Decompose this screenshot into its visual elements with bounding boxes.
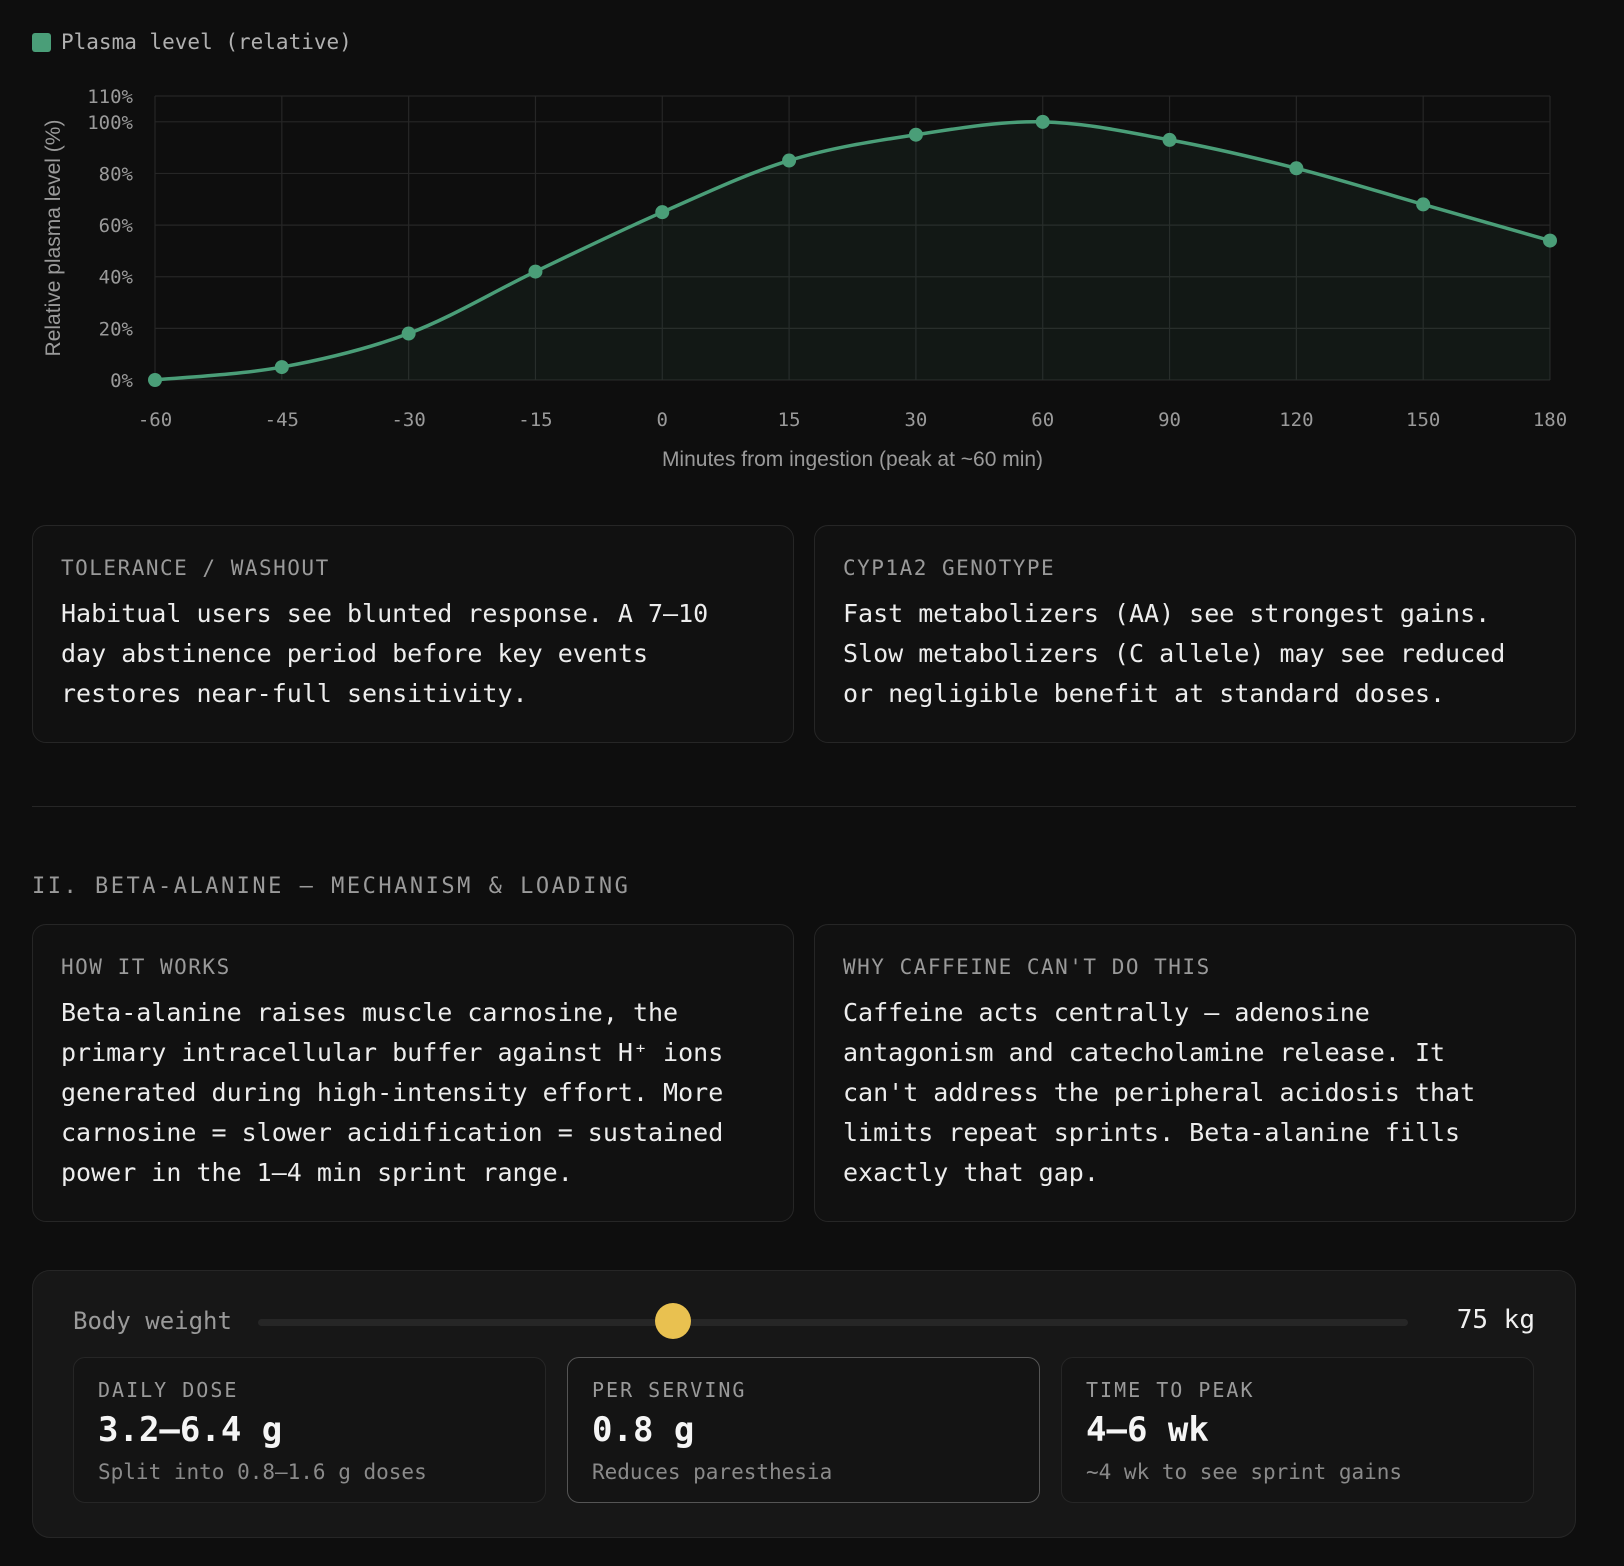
card-label: CYP1A2 GENOTYPE bbox=[843, 556, 1056, 580]
card-body: Caffeine acts centrally — adenosine anta… bbox=[843, 993, 1547, 1193]
body-weight-label: Body weight bbox=[73, 1307, 232, 1335]
slider-thumb[interactable] bbox=[655, 1303, 692, 1339]
x-tick-label: 0 bbox=[657, 409, 668, 431]
y-tick-label: 20% bbox=[99, 318, 134, 340]
data-point bbox=[528, 264, 543, 279]
legend-label: Plasma level (relative) bbox=[61, 30, 352, 54]
card-line: Habitual users see blunted response. A 7… bbox=[61, 599, 709, 628]
x-tick-label: 120 bbox=[1279, 409, 1313, 431]
card-body: Fast metabolizers (AA) see strongest gai… bbox=[843, 594, 1547, 714]
x-tick-label: 90 bbox=[1158, 409, 1181, 431]
y-tick-label: 110% bbox=[87, 86, 133, 108]
section-title: II. BETA-ALANINE — MECHANISM & LOADING bbox=[32, 874, 631, 899]
card-line: generated during high-intensity effort. … bbox=[61, 1078, 724, 1107]
data-point bbox=[908, 127, 923, 142]
data-point bbox=[274, 360, 289, 375]
card-line: limits repeat sprints. Beta-alanine fill… bbox=[843, 1118, 1461, 1147]
y-tick-label: 40% bbox=[99, 267, 134, 289]
card-label: WHY CAFFEINE CAN'T DO THIS bbox=[843, 955, 1211, 979]
x-tick-label: -60 bbox=[138, 409, 172, 431]
card-line: exactly that gap. bbox=[843, 1158, 1099, 1187]
data-point bbox=[401, 326, 416, 341]
x-tick-labels: -60 -45 -30 -15 0 15 30 60 90 120 150 180 bbox=[138, 409, 1567, 431]
why-caffeine-card: WHY CAFFEINE CAN'T DO THIS Caffeine acts… bbox=[814, 924, 1576, 1222]
stat-note: Reduces paresthesia bbox=[592, 1460, 833, 1484]
x-tick-label: -45 bbox=[265, 409, 299, 431]
card-line: power in the 1–4 min sprint range. bbox=[61, 1158, 573, 1187]
stat-label: DAILY DOSE bbox=[98, 1378, 239, 1402]
body-weight-slider[interactable] bbox=[258, 1319, 1408, 1326]
card-line: Beta-alanine raises muscle carnosine, th… bbox=[61, 998, 679, 1027]
y-tick-label: 100% bbox=[87, 112, 133, 134]
area-fill bbox=[155, 121, 1550, 380]
card-line: restores near-full sensitivity. bbox=[61, 679, 528, 708]
data-point bbox=[655, 205, 670, 220]
y-tick-labels: 0% 20% 40% 60% 80% 100% 110% bbox=[87, 86, 133, 392]
card-label: TOLERANCE / WASHOUT bbox=[61, 556, 330, 580]
card-line: carnosine = slower acidification = susta… bbox=[61, 1118, 724, 1147]
card-line: Slow metabolizers (C allele) may see red… bbox=[843, 639, 1506, 668]
data-point bbox=[782, 153, 797, 168]
data-point bbox=[1416, 197, 1431, 212]
x-tick-label: 150 bbox=[1406, 409, 1440, 431]
stat-value: 3.2–6.4 g bbox=[98, 1410, 283, 1450]
page: Plasma level (relative) -60 -45 -30 -15 0 15 3… bbox=[0, 0, 1624, 1566]
card-line: day abstinence period before key events bbox=[61, 639, 648, 668]
card-line: primary intracellular buffer against H⁺ … bbox=[61, 1038, 724, 1067]
y-tick-label: 0% bbox=[110, 370, 133, 392]
stat-label: PER SERVING bbox=[592, 1378, 747, 1402]
data-point bbox=[1162, 132, 1177, 147]
card-line: can't address the peripheral acidosis th… bbox=[843, 1078, 1476, 1107]
x-tick-label: 30 bbox=[904, 409, 927, 431]
stat-note: Split into 0.8–1.6 g doses bbox=[98, 1460, 427, 1484]
tolerance-card: TOLERANCE / WASHOUT Habitual users see b… bbox=[32, 525, 794, 743]
genotype-card: CYP1A2 GENOTYPE Fast metabolizers (AA) s… bbox=[814, 525, 1576, 743]
stat-label: TIME TO PEAK bbox=[1086, 1378, 1255, 1402]
data-point bbox=[148, 373, 162, 387]
stat-value: 0.8 g bbox=[592, 1410, 695, 1450]
stat-note: ~4 wk to see sprint gains bbox=[1086, 1460, 1403, 1484]
stat-time-to-peak: TIME TO PEAK 4–6 wk ~4 wk to see sprint … bbox=[1061, 1357, 1534, 1503]
y-tick-label: 80% bbox=[99, 163, 134, 185]
x-tick-label: -15 bbox=[518, 409, 552, 431]
card-line: antagonism and catecholamine release. It bbox=[843, 1038, 1446, 1067]
y-axis-label: Relative plasma level (%) bbox=[42, 120, 65, 357]
stat-per-serving: PER SERVING 0.8 g Reduces paresthesia bbox=[567, 1357, 1040, 1503]
card-label: HOW IT WORKS bbox=[61, 955, 231, 979]
card-line: or negligible benefit at standard doses. bbox=[843, 679, 1446, 708]
stat-daily-dose: DAILY DOSE 3.2–6.4 g Split into 0.8–1.6 … bbox=[73, 1357, 546, 1503]
data-point bbox=[1035, 114, 1050, 129]
legend-swatch bbox=[32, 32, 51, 52]
dose-calculator: Body weight 75 kg DAILY DOSE 3.2–6.4 g S… bbox=[32, 1270, 1576, 1538]
x-tick-label: 180 bbox=[1533, 409, 1567, 431]
body-weight-value: 75 kg bbox=[1456, 1305, 1535, 1335]
how-it-works-card: HOW IT WORKS Beta-alanine raises muscle … bbox=[32, 924, 794, 1222]
chart-legend: Plasma level (relative) bbox=[32, 30, 352, 54]
data-point bbox=[1289, 161, 1304, 176]
x-tick-label: -30 bbox=[391, 409, 425, 431]
x-tick-label: 15 bbox=[778, 409, 801, 431]
section-divider bbox=[32, 806, 1576, 807]
card-body: Habitual users see blunted response. A 7… bbox=[61, 594, 765, 714]
stat-value: 4–6 wk bbox=[1086, 1410, 1209, 1450]
data-point bbox=[1543, 233, 1557, 248]
card-line: Caffeine acts centrally — adenosine bbox=[843, 998, 1370, 1027]
card-line: Fast metabolizers (AA) see strongest gai… bbox=[843, 599, 1491, 628]
card-body: Beta-alanine raises muscle carnosine, th… bbox=[61, 993, 765, 1193]
plasma-level-chart: -60 -45 -30 -15 0 15 30 60 90 120 150 180 0% 20% 40% 6… bbox=[42, 86, 1567, 470]
x-tick-label: 60 bbox=[1031, 409, 1054, 431]
y-tick-label: 60% bbox=[99, 215, 134, 237]
x-axis-label: Minutes from ingestion (peak at ~60 min) bbox=[662, 448, 1043, 470]
